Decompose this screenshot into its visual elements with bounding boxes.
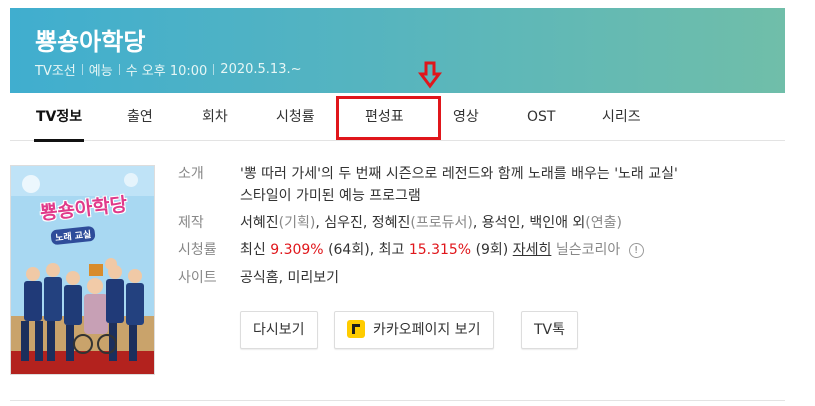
site-label: 사이트 — [178, 270, 217, 286]
tab-ratings[interactable]: 시청률 — [276, 93, 315, 141]
replay-button-label: 다시보기 — [253, 322, 305, 338]
tv-talk-button[interactable]: TV톡 — [521, 311, 579, 349]
rating-latest-value: 9.309% — [270, 242, 324, 258]
rating-max-episode: (9회) — [475, 242, 509, 258]
intro-line-1: '뽕 따러 가세'의 두 번째 시즌으로 레전드와 함께 노래를 배우는 '노래… — [240, 166, 678, 182]
tab-episodes[interactable]: 회차 — [202, 93, 228, 141]
rating-max-prefix: 최고 — [378, 242, 405, 258]
schedule-tab-highlight — [336, 96, 441, 140]
tv-talk-button-label: TV톡 — [534, 322, 566, 338]
down-arrow-icon — [418, 61, 442, 89]
official-site-link[interactable]: 공식홈 — [240, 270, 279, 286]
section-divider — [10, 400, 785, 401]
intro-text: '뽕 따러 가세'의 두 번째 시즌으로 레전드와 함께 노래를 배우는 '노래… — [240, 163, 770, 207]
program-title[interactable]: 뿅숑아학당 — [35, 22, 145, 57]
genre-label: 예능 — [88, 64, 113, 79]
tab-cast[interactable]: 출연 — [127, 93, 153, 141]
tab-ost[interactable]: OST — [527, 93, 555, 141]
director-role: (연출) — [585, 215, 622, 231]
rating-detail-link[interactable]: 자세히 — [513, 242, 552, 258]
meta-divider — [118, 64, 120, 75]
site-links: 공식홈, 미리보기 — [240, 270, 340, 286]
tab-tv-info[interactable]: TV정보 — [33, 93, 85, 142]
tab-series[interactable]: 시리즈 — [602, 93, 641, 141]
schedule-label: 수 오후 10:00 — [125, 64, 208, 79]
start-date-label: 2020.5.13.~ — [220, 62, 302, 77]
rating-values: 최신 9.309% (64회), 최고 15.315% (9회) 자세히 닐슨코… — [240, 239, 644, 261]
tab-video[interactable]: 영상 — [453, 93, 479, 141]
program-meta: TV조선 예능 수 오후 10:00 2020.5.13.~ — [35, 60, 301, 79]
program-poster[interactable]: 뿅숑아학당 노래 교실 — [10, 165, 155, 375]
rating-latest-prefix: 최신 — [240, 242, 266, 258]
intro-label: 소개 — [178, 166, 204, 182]
director-credit: 용석인, 백인애 외 — [481, 215, 586, 231]
info-icon[interactable]: ! — [628, 242, 644, 258]
meta-divider — [81, 64, 83, 75]
channel-label: TV조선 — [35, 64, 76, 79]
planning-role: (기획) — [278, 215, 316, 231]
rating-max-value: 15.315% — [408, 242, 472, 258]
producer-credit: 심우진, 정혜진 — [324, 215, 411, 231]
planning-credit: 서혜진 — [240, 215, 279, 231]
preview-link[interactable]: 미리보기 — [288, 270, 340, 286]
program-header: 뿅숑아학당 TV조선 예능 수 오후 10:00 2020.5.13.~ — [10, 8, 785, 93]
kakao-page-icon — [347, 320, 365, 338]
producer-role: (프로듀서) — [410, 215, 473, 231]
production-label: 제작 — [178, 215, 204, 231]
rating-label: 시청률 — [178, 242, 217, 258]
replay-button[interactable]: 다시보기 — [240, 311, 318, 349]
meta-divider — [213, 64, 215, 75]
rating-latest-episode: (64회) — [328, 242, 370, 258]
rating-source: 닐슨코리아 — [555, 242, 621, 258]
kakao-page-button[interactable]: 카카오페이지 보기 — [334, 311, 494, 349]
kakao-page-button-label: 카카오페이지 보기 — [373, 322, 481, 338]
intro-line-2: 스타일이 가미된 예능 프로그램 — [240, 188, 421, 204]
production-credits: 서혜진(기획), 심우진, 정혜진(프로듀서), 용석인, 백인애 외(연출) — [240, 215, 622, 231]
